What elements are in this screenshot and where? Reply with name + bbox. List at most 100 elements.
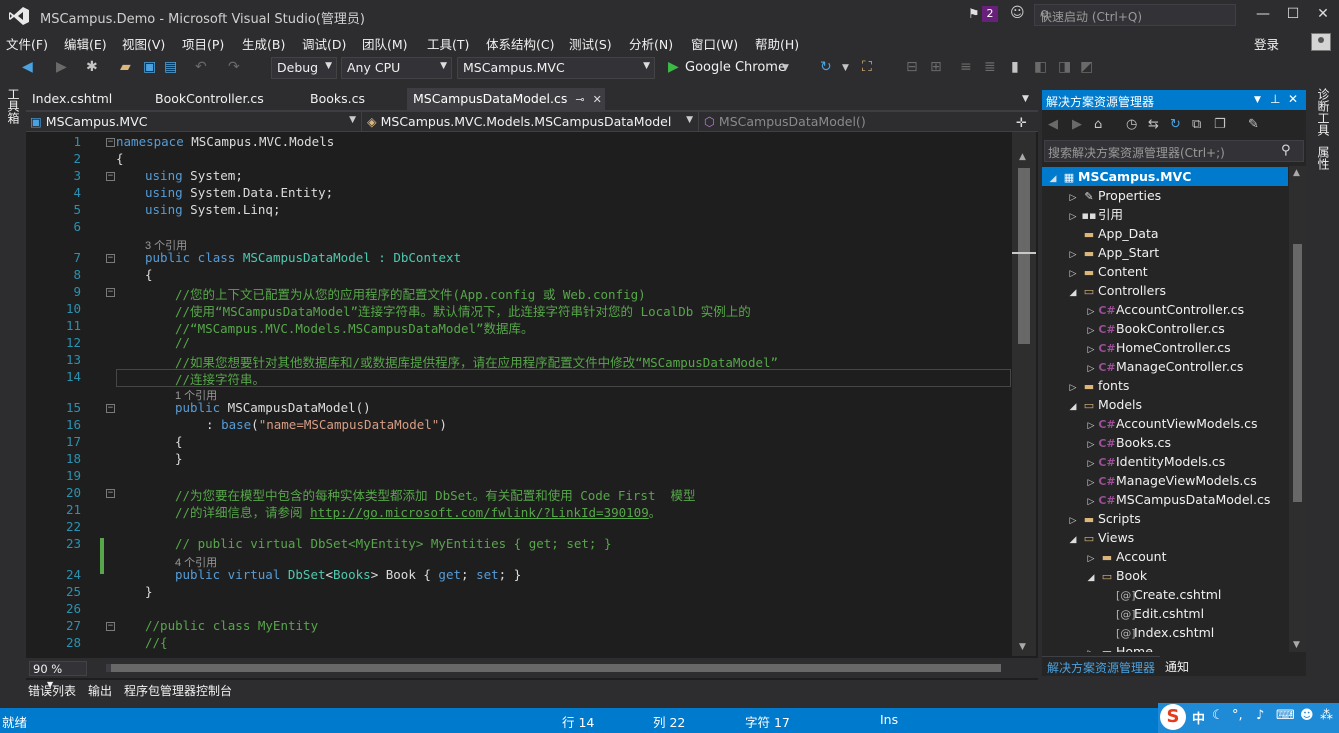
tree-item-project[interactable]: ◢ ▦ MSCampus.MVC [1042, 167, 1288, 186]
tree-item-references[interactable]: ▷ ▪▪ 引用 [1066, 205, 1123, 224]
tree-item-file[interactable]: ▷ C#ManageController.cs [1084, 357, 1244, 376]
scroll-thumb[interactable] [1018, 168, 1030, 344]
window-position-dropdown-icon[interactable]: ▼ [1254, 95, 1261, 105]
split-window-icon[interactable]: ✛ [1016, 116, 1027, 131]
history-icon[interactable]: ◷ [1126, 117, 1137, 132]
collapse-icon[interactable]: − [106, 489, 115, 498]
undo-icon[interactable]: ↶ [195, 59, 207, 75]
menu-architecture[interactable]: 体系结构(C) [486, 34, 554, 53]
close-icon[interactable]: ✕ [1288, 92, 1298, 106]
toolbox-grid-icon[interactable]: ⁂ [1320, 708, 1333, 723]
run-target-label[interactable]: Google Chrome [685, 60, 786, 75]
tab-mscampusdatamodel-cs[interactable]: MSCampusDataModel.cs ⊸ ✕ [407, 88, 605, 110]
solution-search-input[interactable]: 搜索解决方案资源管理器(Ctrl+;) ⚲ [1044, 140, 1304, 162]
show-all-files-icon[interactable]: ❐ [1214, 117, 1226, 132]
tab-notifications[interactable]: 通知 [1160, 656, 1194, 676]
startup-project-select[interactable]: MSCampus.MVC ▼ [457, 57, 655, 79]
toolbox-side-tab[interactable]: 工具箱 [0, 86, 22, 206]
collapse-icon[interactable]: − [106, 172, 115, 181]
new-project-icon[interactable]: ✱ [86, 59, 98, 75]
comment-icon[interactable]: ≡ [960, 59, 972, 75]
save-all-icon[interactable]: ▤ [164, 59, 177, 75]
type-dropdown[interactable]: ◈ MSCampus.MVC.Models.MSCampusDataModel … [363, 112, 699, 132]
tab-error-list[interactable]: 错误列表 [28, 682, 76, 699]
project-dropdown[interactable]: ▣ MSCampus.MVC ▼ [26, 112, 362, 132]
maximize-button[interactable]: ☐ [1278, 0, 1308, 28]
forward-icon[interactable]: ▶ [1072, 117, 1082, 132]
sogou-ime-logo[interactable]: S [1160, 704, 1186, 730]
back-icon[interactable]: ◀ [1048, 117, 1058, 132]
forward-icon[interactable]: ▶ [56, 59, 67, 75]
solution-config-select[interactable]: Debug ▼ [271, 57, 337, 79]
menu-help[interactable]: 帮助(H) [755, 34, 799, 53]
tree-item-file[interactable]: ▷ C#HomeController.cs [1084, 338, 1231, 357]
tree-item-fonts[interactable]: ▷ ▬ fonts [1066, 376, 1130, 395]
tree-item-file[interactable]: ▷ C#AccountController.cs [1084, 300, 1245, 319]
menu-team[interactable]: 团队(M) [362, 34, 408, 53]
pin-icon[interactable]: ⊸ [575, 93, 584, 106]
tab-output[interactable]: 输出 [88, 682, 112, 699]
tree-item-file[interactable]: ▷ C#MSCampusDataModel.cs [1084, 490, 1271, 509]
refresh-icon[interactable]: ↻ [1170, 117, 1181, 132]
tree-item-properties[interactable]: ▷ ✎ Properties [1066, 186, 1162, 205]
open-file-icon[interactable]: ▰ [120, 59, 131, 75]
tree-item-file[interactable]: ▷ C#IdentityModels.cs [1084, 452, 1226, 471]
quick-launch-input[interactable]: 快速启动 (Ctrl+Q) ⚲ [1034, 4, 1236, 26]
tab-overflow-dropdown-icon[interactable]: ▼ [1022, 94, 1029, 104]
scroll-up-icon[interactable]: ▲ [1019, 152, 1026, 162]
menu-analyze[interactable]: 分析(N) [629, 34, 673, 53]
tree-item-file[interactable]: ▷ C#ManageViewModels.cs [1084, 471, 1257, 490]
browser-link-icon[interactable]: ⛶ [862, 59, 872, 75]
member-dropdown[interactable]: ⬡ MSCampusDataModel() [700, 112, 1010, 132]
notifications-button[interactable]: ⚑ 2 [968, 6, 998, 24]
tree-item-file[interactable]: ▷ C#Books.cs [1084, 433, 1171, 452]
next-bookmark-icon[interactable]: ◨ [1058, 59, 1071, 75]
scroll-down-icon[interactable]: ▼ [1293, 640, 1300, 650]
prev-bookmark-icon[interactable]: ◧ [1034, 59, 1047, 75]
menu-project[interactable]: 项目(P) [182, 34, 224, 53]
tree-item-file[interactable]: [@]Create.cshtml [1102, 585, 1221, 604]
microphone-icon[interactable]: ♪ [1256, 708, 1264, 723]
tab-bookcontroller-cs[interactable]: BookController.cs [149, 88, 270, 110]
tab-books-cs[interactable]: Books.cs [304, 88, 371, 110]
save-icon[interactable]: ▣ [143, 59, 156, 75]
collapse-icon[interactable]: − [106, 254, 115, 263]
sync-icon[interactable]: ⇆ [1148, 117, 1159, 132]
tree-item-file[interactable]: [@]Edit.cshtml [1102, 604, 1204, 623]
scroll-up-icon[interactable]: ▲ [1293, 168, 1300, 178]
sign-in-link[interactable]: 登录 [1254, 34, 1279, 53]
refresh-browser-icon[interactable]: ↻ [820, 59, 832, 75]
menu-test[interactable]: 测试(S) [569, 34, 612, 53]
close-button[interactable]: ✕ [1308, 0, 1338, 28]
half-width-icon[interactable]: ☾ [1212, 708, 1224, 723]
home-icon[interactable]: ⌂ [1094, 117, 1102, 132]
feedback-icon[interactable]: ☺ [1010, 5, 1026, 23]
collapse-icon[interactable]: − [106, 622, 115, 631]
code-area[interactable]: 1 2 3 4 5 6 7 8 9 10 11 12 13 14 15 16 1… [26, 132, 1011, 656]
collapse-icon[interactable]: − [106, 288, 115, 297]
redo-icon[interactable]: ↷ [228, 59, 240, 75]
tree-item-views[interactable]: ◢ ▭ Views [1066, 528, 1135, 547]
platform-select[interactable]: Any CPU ▼ [341, 57, 452, 79]
doc-link[interactable]: http://go.microsoft.com/fwlink/?LinkId=3… [310, 505, 649, 520]
collapse-all-icon[interactable]: ⧉ [1192, 117, 1201, 132]
horizontal-scroll-thumb[interactable] [111, 664, 1001, 672]
menu-edit[interactable]: 编辑(E) [64, 34, 107, 53]
ime-language-toggle[interactable]: 中 [1192, 708, 1205, 727]
menu-build[interactable]: 生成(B) [242, 34, 285, 53]
indent-icon[interactable]: ⊞ [930, 59, 942, 75]
tree-item-book-folder[interactable]: ◢ ▭ Book [1084, 566, 1148, 585]
avatar[interactable] [1311, 33, 1331, 51]
scroll-down-icon[interactable]: ▼ [1019, 642, 1026, 652]
bookmark-icon[interactable]: ▮ [1011, 59, 1019, 75]
zoom-select[interactable]: 90 % ▼ [29, 661, 87, 689]
menu-debug[interactable]: 调试(D) [302, 34, 346, 53]
keyboard-icon[interactable]: ⌨ [1276, 708, 1295, 723]
back-icon[interactable]: ◀ [22, 59, 33, 75]
uncomment-icon[interactable]: ≣ [984, 59, 996, 75]
clear-bookmarks-icon[interactable]: ◩ [1080, 59, 1093, 75]
menu-tools[interactable]: 工具(T) [427, 34, 469, 53]
pin-icon[interactable]: ⊥ [1270, 92, 1280, 106]
user-icon[interactable]: ☻ [1300, 708, 1314, 723]
tab-package-manager-console[interactable]: 程序包管理器控制台 [124, 682, 232, 699]
